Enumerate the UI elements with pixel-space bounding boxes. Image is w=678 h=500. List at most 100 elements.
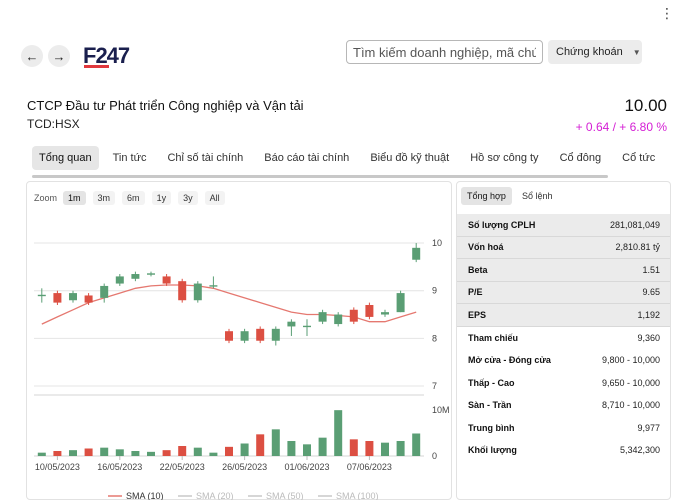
volume-bar (131, 451, 140, 456)
price-tick-label: 9 (432, 286, 437, 296)
stat-row: Trung bình 9,977 (457, 417, 670, 440)
volume-tick-label: 0 (432, 451, 437, 461)
stat-row: EPS 1,192 (457, 304, 670, 327)
stats-tabs: Tổng hợp Sổ lệnh (461, 187, 562, 205)
current-price: 10.00 (624, 96, 667, 115)
legend-item: SMA (10) (126, 491, 164, 500)
more-options-icon[interactable]: ⋮ (660, 4, 674, 22)
candle-body (396, 293, 405, 313)
candle-body (84, 295, 93, 303)
logo[interactable]: F247 (82, 42, 156, 70)
volume-bar (53, 451, 62, 456)
volume-bar (303, 444, 311, 456)
main-tabs: Tổng quan Tin tức Chỉ số tài chính Báo c… (32, 143, 655, 173)
tab-order-book[interactable]: Sổ lệnh (516, 187, 559, 205)
volume-bar (100, 447, 109, 456)
stat-label: Trung bình (468, 422, 515, 433)
volume-bar (178, 446, 187, 456)
back-button[interactable]: ← (21, 45, 43, 67)
candle-body (334, 314, 343, 325)
stat-value: 9,360 (637, 332, 660, 343)
candle-body (365, 305, 374, 317)
stat-value: 281,081,049 (609, 219, 660, 230)
stat-row: Mở cửa - Đóng cửa 9,800 - 10,000 (457, 349, 670, 372)
zoom-all-button[interactable]: All (204, 191, 225, 205)
zoom-label: Zoom (34, 193, 58, 203)
stat-label: Thấp - Cao (468, 377, 515, 388)
x-tick-label: 07/06/2023 (347, 462, 392, 472)
tab-summary[interactable]: Tổng hợp (461, 187, 512, 205)
stat-row: Tham chiếu 9,360 (457, 327, 670, 350)
volume-bar (115, 449, 124, 456)
stat-label: Tham chiếu (468, 332, 519, 343)
volume-bar (209, 452, 218, 456)
price-change: + 0.64 / + 6.80 % (575, 120, 667, 134)
tab-dividends[interactable]: Cổ tức (615, 146, 662, 170)
zoom-1m-button[interactable]: 1m (63, 191, 86, 205)
candle-body (256, 328, 265, 341)
candle-body (271, 328, 280, 341)
stat-row: P/E 9.65 (457, 281, 670, 304)
tab-overview[interactable]: Tổng quan (32, 146, 99, 170)
stat-value: 1.51 (642, 264, 660, 275)
stat-row: Vốn hoá 2,810.81 tỷ (457, 236, 670, 259)
candle-body (100, 285, 109, 298)
stat-value: 9,977 (637, 422, 660, 433)
stat-row: Beta 1.51 (457, 259, 670, 282)
volume-bar (349, 439, 358, 456)
zoom-1y-button[interactable]: 1y (151, 191, 172, 205)
company-name: CTCP Đầu tư Phát triển Công nghiệp và Vậ… (27, 98, 304, 113)
stat-value: 9.65 (642, 287, 660, 298)
market-dropdown[interactable]: Chứng khoán ▼ (548, 40, 642, 64)
stat-row: Sàn - Trần 8,710 - 10,000 (457, 394, 670, 417)
candle-body (225, 331, 233, 341)
candle-body (53, 293, 62, 303)
zoom-6m-button[interactable]: 6m (122, 191, 145, 205)
candle-body (318, 312, 327, 322)
tab-technical-chart[interactable]: Biểu đồ kỹ thuật (363, 146, 456, 170)
tab-shareholders[interactable]: Cổ đông (553, 146, 609, 170)
volume-bar (381, 442, 389, 456)
volume-bar (147, 451, 155, 456)
logo-mark: F247 (83, 43, 131, 68)
caret-down-icon: ▼ (632, 47, 641, 57)
stat-value: 8,710 - 10,000 (601, 400, 660, 411)
volume-bar (37, 452, 46, 456)
stat-value: 9,800 - 10,000 (601, 355, 660, 366)
arrow-left-icon: ← (25, 48, 39, 64)
volume-bar (193, 447, 202, 456)
zoom-3m-button[interactable]: 3m (92, 191, 116, 205)
x-tick-label: 22/05/2023 (160, 462, 205, 472)
tab-financial-statements[interactable]: Báo cáo tài chính (257, 146, 356, 170)
candle-body (349, 309, 358, 322)
legend-item: SMA (20) (196, 491, 234, 500)
volume-bar (412, 433, 421, 456)
volume-bar (225, 446, 233, 456)
stat-label: Sàn - Trần (468, 400, 512, 411)
arrow-right-icon: → (52, 48, 66, 64)
stat-value: 5,342,300 (619, 445, 660, 456)
price-chart[interactable]: 7 8 9 10 0 10M 10/05/2023 16/05/2023 22/05/2023 2… (26, 208, 452, 500)
volume-bar (84, 448, 93, 456)
stat-label: Vốn hoá (468, 242, 504, 253)
stat-label: Số lượng CPLH (468, 219, 536, 230)
forward-button[interactable]: → (48, 45, 70, 67)
tab-financial-ratios[interactable]: Chỉ số tài chính (160, 146, 250, 170)
stat-label: Beta (468, 264, 488, 275)
tab-news[interactable]: Tin tức (106, 146, 154, 170)
volume-bar (318, 437, 327, 456)
candle-body (162, 276, 171, 284)
candle-body (193, 283, 202, 301)
stat-row: Thấp - Cao 9,650 - 10,000 (457, 372, 670, 395)
search-input[interactable] (346, 40, 543, 64)
price-tick-label: 8 (432, 333, 437, 343)
tab-company-profile[interactable]: Hồ sơ công ty (463, 146, 545, 170)
tabs-scrollbar[interactable] (32, 175, 608, 178)
candle-body (115, 276, 124, 284)
ticker-symbol: TCD:HSX (27, 117, 80, 131)
stat-row: Số lượng CPLH 281,081,049 (457, 214, 670, 237)
zoom-controls: Zoom 1m 3m 6m 1y 3y All (34, 189, 232, 207)
svg-text:F247: F247 (83, 43, 130, 68)
zoom-3y-button[interactable]: 3y (178, 191, 198, 205)
stats-table: Số lượng CPLH 281,081,049 Vốn hoá 2,810.81 … (457, 214, 670, 462)
